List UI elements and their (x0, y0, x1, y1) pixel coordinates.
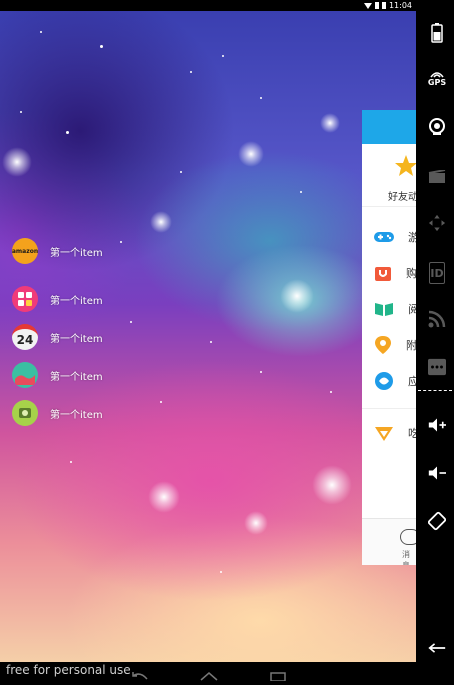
drawer-header (362, 110, 416, 144)
amazon-icon: amazon (12, 238, 38, 264)
menu-item-label: 第一个item (50, 333, 103, 345)
video-icon[interactable] (428, 168, 446, 186)
drawer-item-game[interactable]: 游 (362, 219, 416, 255)
menu-item-label: 第一个item (50, 247, 103, 259)
star-glow (280, 279, 314, 313)
drawer-footer[interactable]: 消息 (362, 518, 416, 565)
drawer-item-label: 附 (406, 339, 416, 352)
menu-item-label: 第一个item (50, 295, 103, 307)
star-glow (244, 511, 268, 535)
drawer-item-label: 游 (408, 231, 416, 244)
gps-icon[interactable]: GPS (428, 66, 446, 90)
back-arrow-icon[interactable] (428, 640, 446, 656)
drawer-item-read[interactable]: 阅 (362, 291, 416, 327)
camera-icon[interactable] (428, 116, 446, 138)
star-glow (320, 113, 340, 133)
chart-app-icon (12, 362, 38, 388)
volume-down-icon[interactable] (428, 462, 446, 484)
star-icon (395, 155, 416, 176)
menu-item-4[interactable]: 第一个item (12, 361, 103, 389)
star-glow (2, 147, 32, 177)
star-glow (150, 211, 172, 233)
book-icon (374, 299, 394, 319)
volume-up-icon[interactable] (428, 414, 446, 436)
menu-item-3[interactable]: 24 第一个item (12, 323, 103, 351)
menu-item-5[interactable]: 第一个item (12, 399, 103, 427)
shopping-bag-icon (374, 263, 392, 283)
battery-icon[interactable] (428, 22, 446, 44)
friend-feed-label: 好友动 (388, 192, 416, 203)
nav-back-icon[interactable] (130, 666, 148, 680)
location-icon (374, 335, 392, 355)
wifi-icon (363, 2, 372, 9)
status-time: 11:04 (388, 1, 412, 10)
drawer-list: 游 购 阅 附 应 吃 (362, 219, 416, 451)
calendar-icon: 24 (12, 324, 38, 350)
drawer-item-shop[interactable]: 购 (362, 255, 416, 291)
menu-item-1[interactable]: amazon 第一个item (12, 237, 103, 265)
message-label: 消息 (402, 550, 410, 565)
nav-home-icon[interactable] (200, 666, 218, 681)
watermark-text: free for personal use (6, 663, 131, 677)
drawer-item-label: 应 (408, 375, 416, 388)
emulator-side-panel: GPS ID (416, 0, 454, 679)
star-glow (148, 481, 180, 513)
drawer-item-label: 购 (406, 267, 416, 280)
drawer-item-label: 吃 (408, 427, 416, 440)
rotate-icon[interactable] (428, 510, 446, 532)
signal-icon (374, 2, 379, 9)
calculator-icon (12, 286, 38, 312)
id-label: ID (430, 266, 444, 280)
gamepad-icon (374, 227, 394, 247)
drawer-item-food[interactable]: 吃 (362, 415, 416, 451)
dpad-icon[interactable] (428, 212, 446, 234)
star-glow (238, 141, 264, 167)
nav-recents-icon[interactable] (270, 666, 286, 682)
food-icon (374, 423, 394, 443)
drawer-item-apps[interactable]: 应 (362, 363, 416, 399)
side-drawer[interactable]: 好友动 游 购 阅 附 应 吃 消 (362, 110, 416, 565)
drawer-item-label: 阅 (408, 303, 416, 316)
message-icon (400, 529, 416, 545)
drawer-divider (362, 399, 416, 409)
battery-icon (381, 2, 386, 9)
drawer-item-nearby[interactable]: 附 (362, 327, 416, 363)
status-bar: 11:04 (0, 0, 416, 11)
star-glow (312, 465, 352, 505)
money-icon (12, 400, 38, 426)
more-icon[interactable] (428, 356, 446, 378)
rss-icon[interactable] (428, 308, 446, 330)
panel-divider (418, 390, 452, 391)
menu-item-label: 第一个item (50, 409, 103, 421)
id-icon[interactable]: ID (429, 262, 445, 284)
app-swirl-icon (374, 371, 394, 391)
menu-item-2[interactable]: 第一个item (12, 285, 103, 313)
gps-label: GPS (427, 77, 447, 87)
menu-item-label: 第一个item (50, 371, 103, 383)
friend-feed[interactable]: 好友动 (362, 144, 416, 207)
